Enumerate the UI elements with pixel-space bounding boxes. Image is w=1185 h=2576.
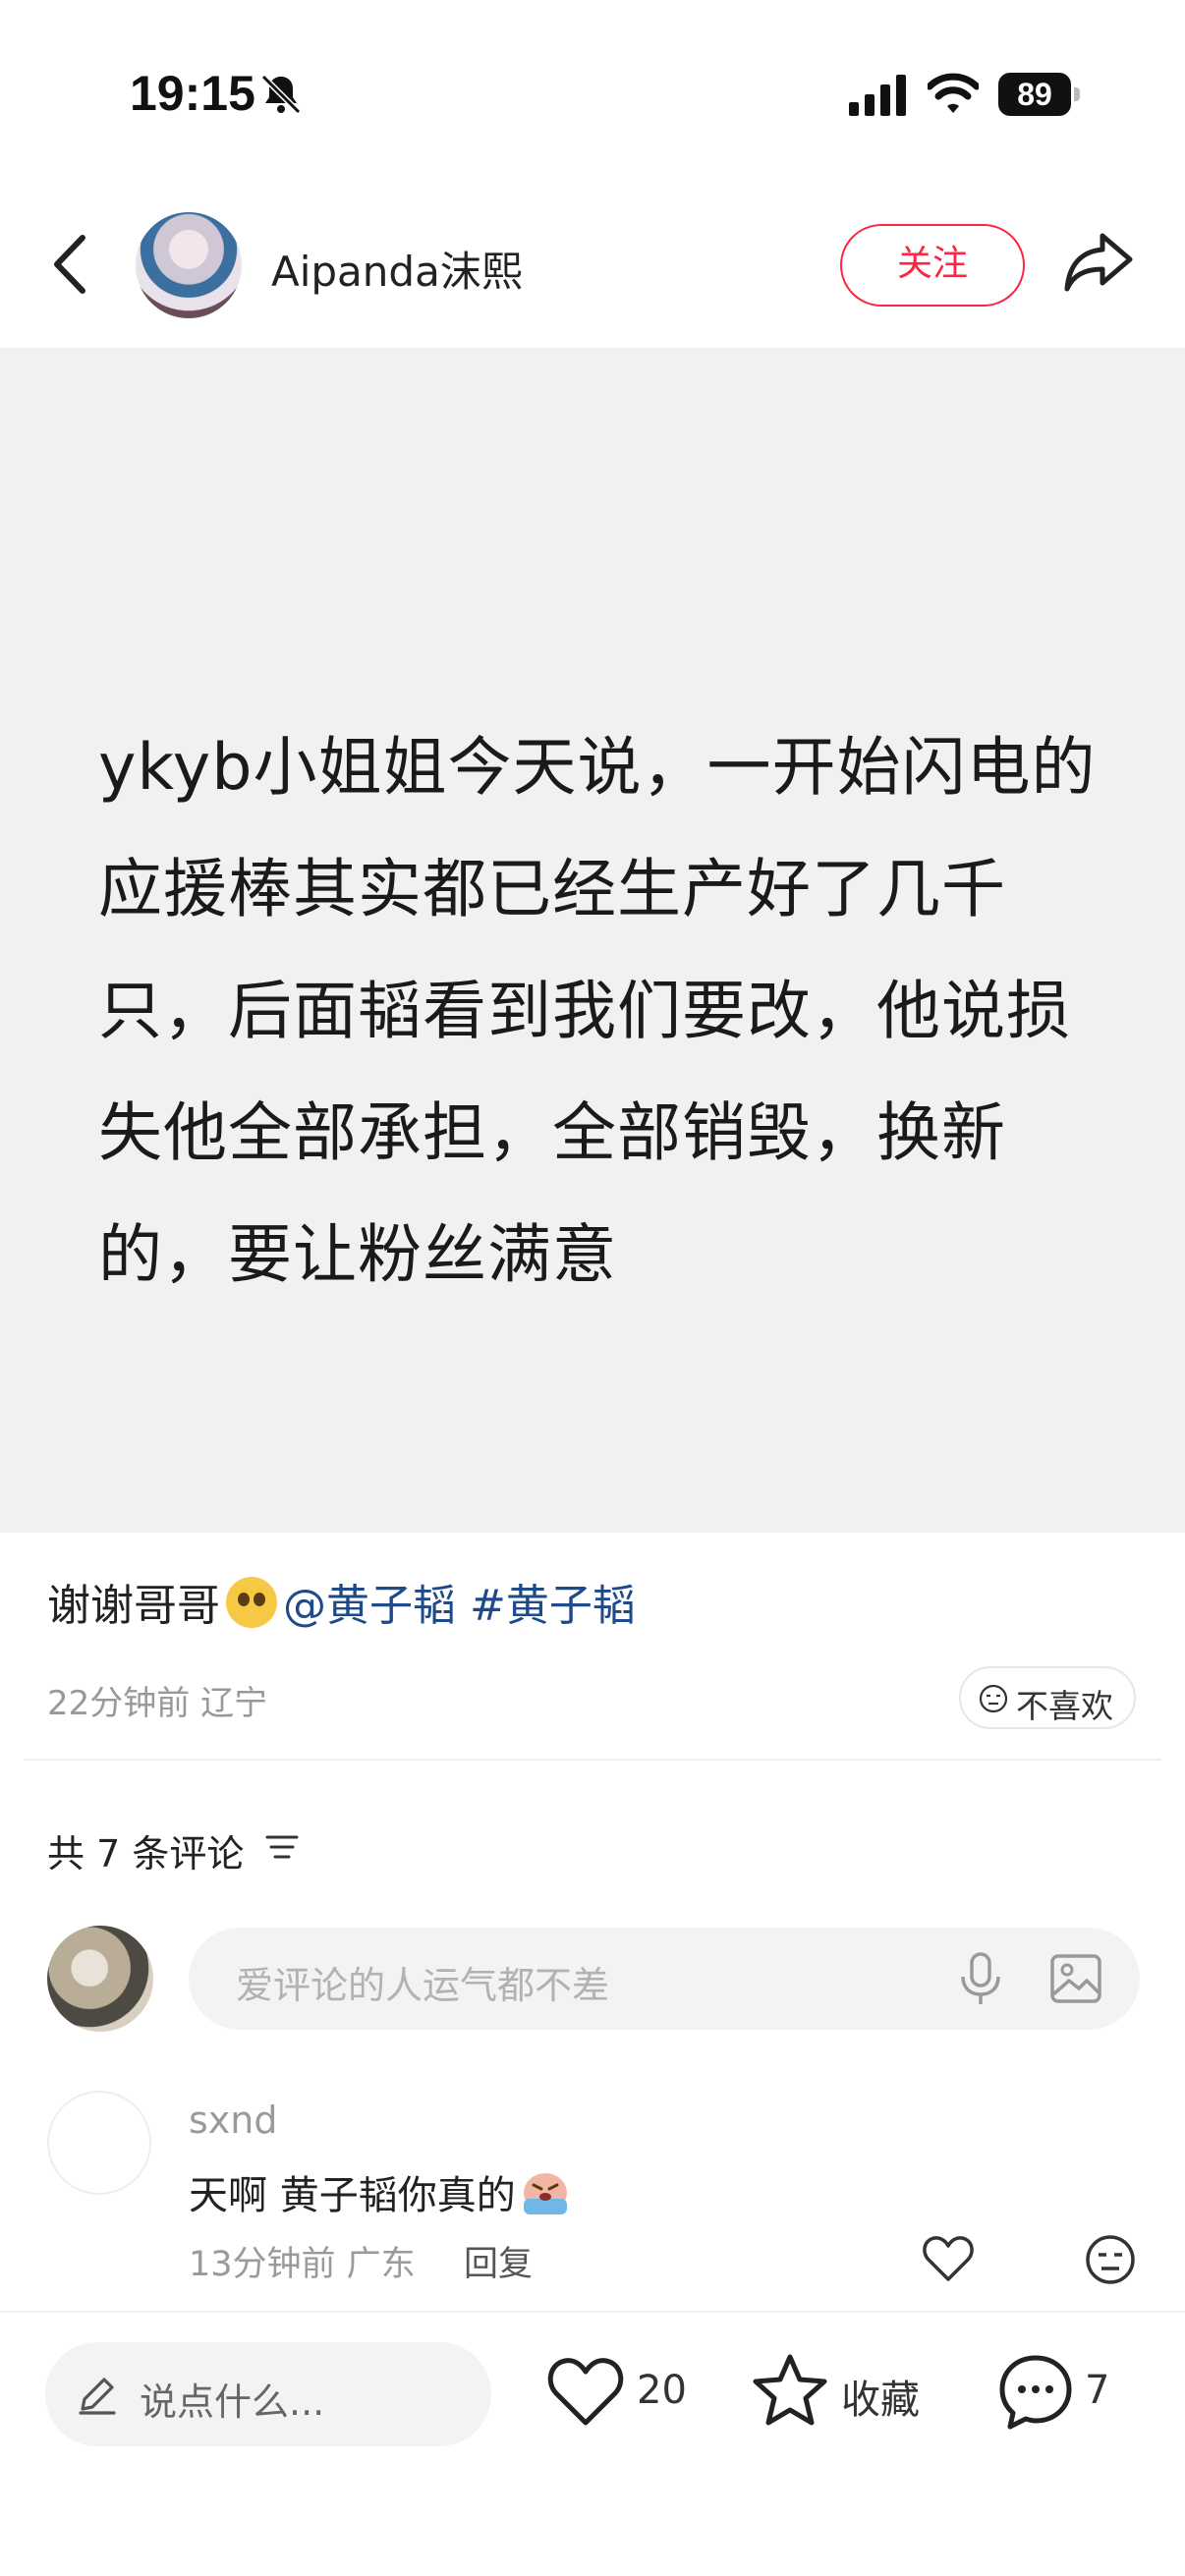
star-icon[interactable] [751, 2352, 829, 2429]
say-placeholder: 说点什么... [140, 2380, 325, 2424]
mic-icon[interactable] [955, 1951, 1006, 2006]
caption-text: 谢谢哥哥 [47, 1581, 220, 1631]
favorite-label: 收藏 [841, 2378, 920, 2423]
bell-off-icon [260, 74, 302, 115]
post-card-text: ykyb小姐姐今天说，一开始闪电的应援棒其实都已经生产好了几千只，后面韬看到我们… [98, 731, 1097, 1292]
comment-input-placeholder: 爱评论的人运气都不差 [236, 1964, 610, 2007]
follow-button[interactable]: 关注 [840, 224, 1025, 307]
commenter-name[interactable]: sxnd [189, 2099, 278, 2142]
comment-count: 共 7 条评论 [47, 1832, 245, 1876]
comment-count-bottom: 7 [1085, 2368, 1110, 2413]
like-count: 20 [637, 2368, 687, 2413]
image-icon[interactable] [1049, 1953, 1102, 2004]
comment-body: 天啊 黄子韬你真的 [189, 2173, 516, 2218]
comment-heart-icon[interactable] [922, 2234, 975, 2283]
post-caption: 谢谢哥哥 @黄子韬 #黄子韬 [47, 1570, 636, 1633]
comment-time-location: 13分钟前 广东 [189, 2245, 416, 2284]
crying-emoji-icon [523, 2173, 567, 2214]
dislike-label: 不喜欢 [1016, 1687, 1113, 1725]
author-avatar[interactable] [136, 212, 242, 318]
dislike-button[interactable]: 不喜欢 [959, 1666, 1136, 1729]
mention-link[interactable]: @黄子韬 [283, 1581, 456, 1631]
back-icon[interactable] [45, 232, 94, 297]
commenter-avatar[interactable] [47, 2091, 151, 2195]
reply-button[interactable]: 回复 [464, 2236, 533, 2286]
divider [0, 2311, 1185, 2313]
post-time-location: 22分钟前 辽宁 [47, 1684, 268, 1723]
signal-icon [849, 75, 906, 116]
say-something-input[interactable]: 说点什么... [45, 2342, 491, 2446]
author-name[interactable]: Aipanda沫熙 [271, 239, 523, 299]
pleading-face-emoji-icon [226, 1577, 277, 1628]
neutral-face-icon [979, 1684, 1008, 1713]
heart-icon[interactable] [546, 2356, 625, 2429]
pencil-icon [79, 2378, 116, 2415]
my-avatar [47, 1926, 153, 2032]
comment-dislike-icon[interactable] [1085, 2234, 1136, 2285]
status-time: 19:15 [130, 66, 255, 121]
comment-text: 天啊 黄子韬你真的 [189, 2163, 571, 2220]
sort-icon[interactable] [265, 1833, 299, 1861]
hashtag-link[interactable]: #黄子韬 [470, 1581, 636, 1631]
share-icon[interactable] [1063, 230, 1134, 295]
battery-level: 89 [1017, 77, 1052, 112]
divider [24, 1759, 1161, 1761]
battery-icon: 89 [998, 73, 1081, 116]
comment-icon[interactable] [996, 2352, 1075, 2431]
wifi-icon [928, 73, 979, 113]
